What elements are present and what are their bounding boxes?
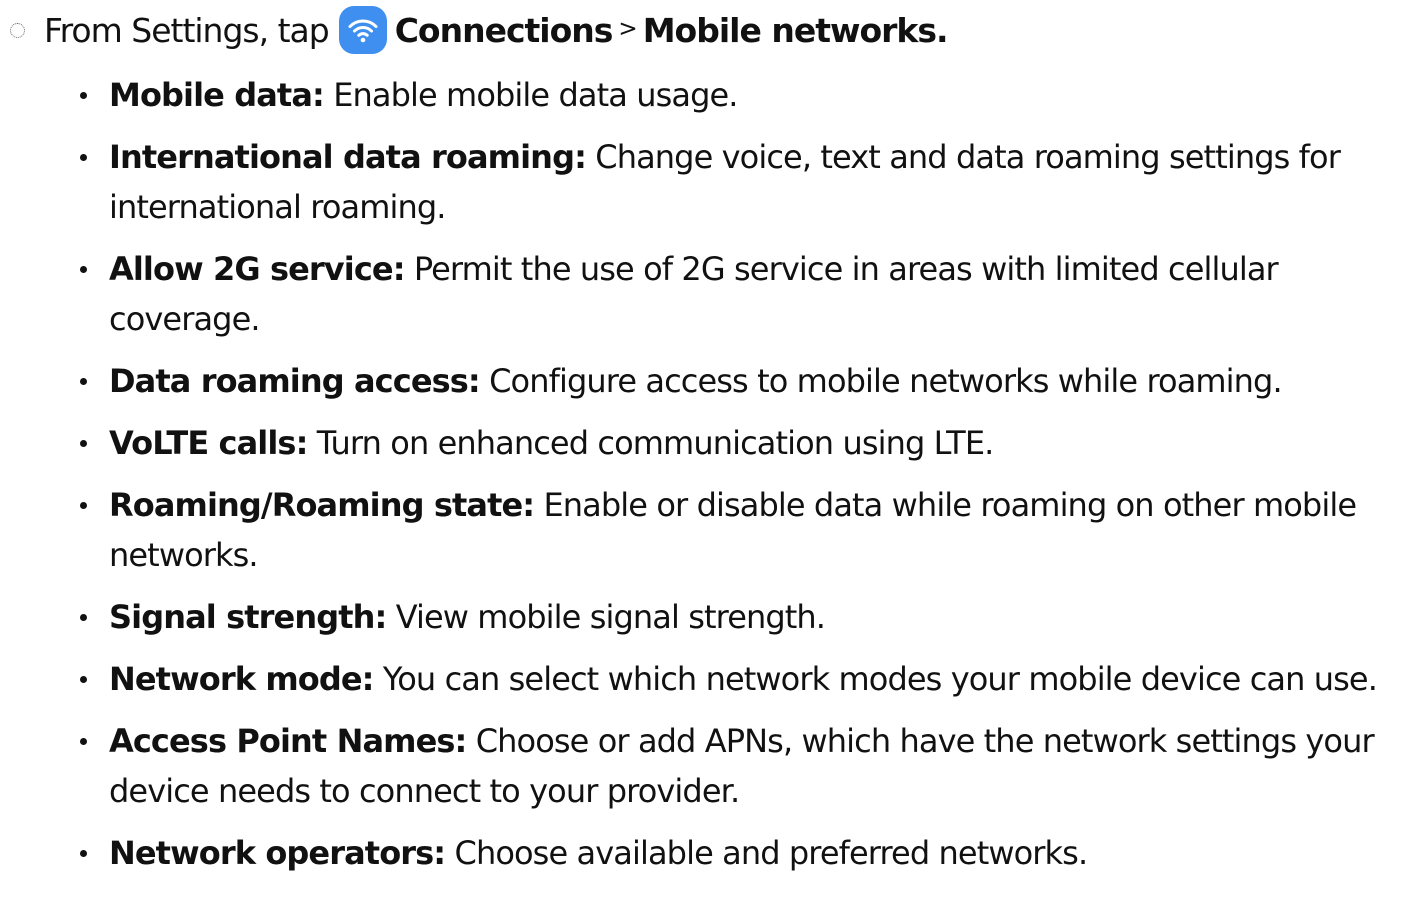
setting-description: Turn on enhanced communication using LTE…	[316, 424, 995, 462]
connections-label: Connections	[394, 10, 614, 50]
setting-term: Network operators:	[109, 834, 446, 872]
setting-term: Data roaming access:	[109, 362, 481, 400]
path-separator: >	[618, 16, 637, 42]
setting-description: View mobile signal strength.	[395, 598, 826, 636]
step-prefix: From Settings, tap	[44, 10, 330, 50]
bullet-icon	[80, 266, 87, 273]
bullet-icon	[80, 502, 87, 509]
setting-term: Roaming/Roaming state:	[109, 486, 535, 524]
step-marker-icon	[10, 22, 25, 38]
bullet-icon	[80, 154, 87, 161]
bullet-icon	[80, 92, 87, 99]
setting-term: International data roaming:	[109, 138, 587, 176]
list-item: Signal strength: View mobile signal stre…	[0, 592, 1423, 642]
mobile-networks-label: Mobile networks.	[642, 10, 949, 50]
list-item: Allow 2G service: Permit the use of 2G s…	[0, 244, 1423, 344]
list-item: Mobile data: Enable mobile data usage.	[0, 70, 1423, 120]
instruction-step: From Settings, tap Connections > Mobile …	[8, 4, 949, 56]
bullet-icon	[80, 378, 87, 385]
list-item: Roaming/Roaming state: Enable or disable…	[0, 480, 1423, 580]
setting-description: You can select which network modes your …	[382, 660, 1378, 698]
bullet-icon	[80, 676, 87, 683]
setting-description: Configure access to mobile networks whil…	[489, 362, 1283, 400]
list-item: International data roaming: Change voice…	[0, 132, 1423, 232]
setting-term: Network mode:	[109, 660, 374, 698]
setting-term: VoLTE calls:	[109, 424, 308, 462]
setting-description: Choose available and preferred networks.	[454, 834, 1089, 872]
bullet-icon	[80, 440, 87, 447]
settings-list: Mobile data: Enable mobile data usage. I…	[0, 70, 1423, 890]
list-item: Network operators: Choose available and …	[0, 828, 1423, 878]
bullet-icon	[80, 738, 87, 745]
setting-description: Enable mobile data usage.	[333, 76, 738, 114]
list-item: Data roaming access: Configure access to…	[0, 356, 1423, 406]
list-item: VoLTE calls: Turn on enhanced communicat…	[0, 418, 1423, 468]
list-item: Network mode: You can select which netwo…	[0, 654, 1423, 704]
manual-page: From Settings, tap Connections > Mobile …	[0, 0, 1423, 920]
setting-term: Access Point Names:	[109, 722, 467, 760]
setting-term: Mobile data:	[109, 76, 325, 114]
bullet-icon	[80, 614, 87, 621]
bullet-icon	[80, 850, 87, 857]
wifi-icon	[338, 6, 387, 54]
list-item: Access Point Names: Choose or add APNs, …	[0, 716, 1423, 816]
setting-term: Allow 2G service:	[109, 250, 405, 288]
setting-term: Signal strength:	[109, 598, 387, 636]
